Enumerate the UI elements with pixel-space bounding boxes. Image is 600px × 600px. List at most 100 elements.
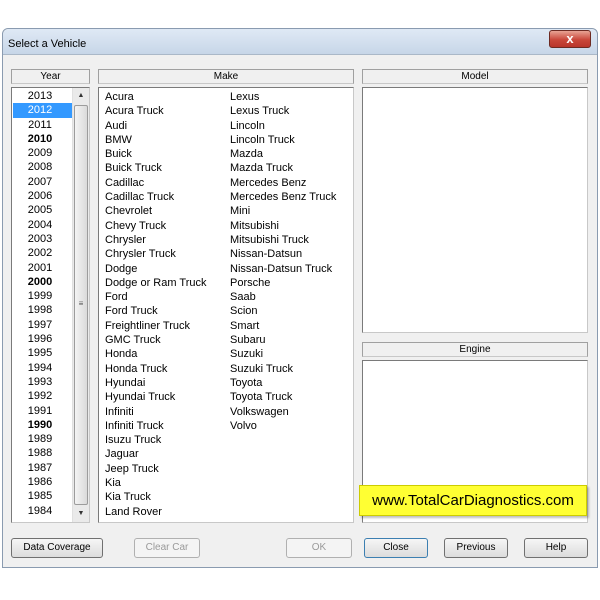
make-item[interactable]: Mazda bbox=[230, 147, 336, 161]
make-item[interactable]: Ford Truck bbox=[105, 304, 206, 318]
make-item[interactable]: Hyundai Truck bbox=[105, 390, 206, 404]
year-item[interactable]: 1994 bbox=[13, 361, 73, 375]
year-item[interactable]: 2010 bbox=[13, 132, 73, 146]
make-item[interactable]: Volvo bbox=[230, 419, 336, 433]
make-item[interactable]: Mercedes Benz Truck bbox=[230, 190, 336, 204]
make-item[interactable]: Chevrolet bbox=[105, 204, 206, 218]
clear-car-button[interactable]: Clear Car bbox=[134, 538, 200, 558]
make-item[interactable]: Toyota Truck bbox=[230, 390, 336, 404]
make-item[interactable]: Acura bbox=[105, 90, 206, 104]
make-item[interactable]: Mercedes Benz bbox=[230, 176, 336, 190]
year-item[interactable]: 2006 bbox=[13, 189, 73, 203]
make-item[interactable]: Smart bbox=[230, 319, 336, 333]
make-item[interactable]: Dodge bbox=[105, 262, 206, 276]
make-item[interactable]: Porsche bbox=[230, 276, 336, 290]
year-listbox[interactable]: 2013 2012 2011 2010 2009 2008 2007 2006 2005 2004… bbox=[11, 87, 90, 523]
year-item[interactable]: 1995 bbox=[13, 346, 73, 360]
year-item[interactable]: 2007 bbox=[13, 175, 73, 189]
make-item[interactable]: Freightliner Truck bbox=[105, 319, 206, 333]
year-item[interactable]: 1989 bbox=[13, 432, 73, 446]
year-item[interactable]: 2012 bbox=[13, 103, 73, 118]
make-item[interactable]: Lincoln Truck bbox=[230, 133, 336, 147]
year-item[interactable]: 2001 bbox=[13, 261, 73, 275]
make-item[interactable]: BMW bbox=[105, 133, 206, 147]
scroll-thumb[interactable]: ≡ bbox=[74, 105, 88, 505]
make-item[interactable]: Chrysler bbox=[105, 233, 206, 247]
make-item[interactable]: Dodge or Ram Truck bbox=[105, 276, 206, 290]
title-bar[interactable]: Select a Vehicle x bbox=[3, 29, 597, 55]
make-item[interactable]: Mazda Truck bbox=[230, 161, 336, 175]
make-item[interactable]: GMC Truck bbox=[105, 333, 206, 347]
make-item[interactable]: Infiniti bbox=[105, 405, 206, 419]
make-item[interactable]: Ford bbox=[105, 290, 206, 304]
make-item[interactable]: Buick Truck bbox=[105, 161, 206, 175]
data-coverage-button[interactable]: Data Coverage bbox=[11, 538, 103, 558]
make-item[interactable]: Volkswagen bbox=[230, 405, 336, 419]
year-item[interactable]: 2009 bbox=[13, 146, 73, 160]
help-button[interactable]: Help bbox=[524, 538, 588, 558]
year-item[interactable]: 1996 bbox=[13, 332, 73, 346]
year-item[interactable]: 1993 bbox=[13, 375, 73, 389]
year-item[interactable]: 2000 bbox=[13, 275, 73, 289]
make-item[interactable]: Mitsubishi Truck bbox=[230, 233, 336, 247]
make-item[interactable]: Mitsubishi bbox=[230, 219, 336, 233]
make-item[interactable]: Buick bbox=[105, 147, 206, 161]
make-item[interactable]: Kia bbox=[105, 476, 206, 490]
year-item[interactable]: 1986 bbox=[13, 475, 73, 489]
year-item[interactable]: 1999 bbox=[13, 289, 73, 303]
make-item[interactable]: Infiniti Truck bbox=[105, 419, 206, 433]
make-item[interactable]: Toyota bbox=[230, 376, 336, 390]
year-item[interactable]: 2013 bbox=[13, 89, 73, 103]
make-item[interactable]: Hyundai bbox=[105, 376, 206, 390]
year-list: 2013 2012 2011 2010 2009 2008 2007 2006 2005 2004… bbox=[13, 89, 73, 518]
ok-button[interactable]: OK bbox=[286, 538, 352, 558]
make-listbox[interactable]: Acura Acura Truck Audi BMW Buick Buick Truck C… bbox=[98, 87, 354, 523]
make-item[interactable]: Honda bbox=[105, 347, 206, 361]
year-item[interactable]: 2005 bbox=[13, 203, 73, 217]
year-item[interactable]: 1992 bbox=[13, 389, 73, 403]
make-item[interactable]: Kia Truck bbox=[105, 490, 206, 504]
make-item[interactable]: Cadillac bbox=[105, 176, 206, 190]
make-item[interactable]: Nissan-Datsun Truck bbox=[230, 262, 336, 276]
make-item[interactable]: Jeep Truck bbox=[105, 462, 206, 476]
year-item[interactable]: 2003 bbox=[13, 232, 73, 246]
make-item[interactable]: Audi bbox=[105, 119, 206, 133]
make-item[interactable]: Mini bbox=[230, 204, 336, 218]
year-item[interactable]: 2002 bbox=[13, 246, 73, 260]
make-item[interactable]: Saab bbox=[230, 290, 336, 304]
year-item[interactable]: 1987 bbox=[13, 461, 73, 475]
year-item[interactable]: 1984 bbox=[13, 504, 73, 518]
make-item[interactable]: Subaru bbox=[230, 333, 336, 347]
year-item[interactable]: 1998 bbox=[13, 303, 73, 317]
previous-button[interactable]: Previous bbox=[444, 538, 508, 558]
make-item[interactable]: Nissan-Datsun bbox=[230, 247, 336, 261]
year-item[interactable]: 1988 bbox=[13, 446, 73, 460]
window-close-button[interactable]: x bbox=[549, 30, 591, 48]
model-listbox[interactable] bbox=[362, 87, 588, 333]
year-scrollbar[interactable]: ▲ ≡ ▼ bbox=[72, 88, 89, 522]
make-item[interactable]: Acura Truck bbox=[105, 104, 206, 118]
make-item[interactable]: Jaguar bbox=[105, 447, 206, 461]
make-item[interactable]: Chevy Truck bbox=[105, 219, 206, 233]
make-item[interactable]: Isuzu Truck bbox=[105, 433, 206, 447]
make-item[interactable]: Lexus bbox=[230, 90, 336, 104]
scroll-down-icon[interactable]: ▼ bbox=[73, 506, 89, 522]
make-item[interactable]: Land Rover bbox=[105, 505, 206, 519]
make-item[interactable]: Cadillac Truck bbox=[105, 190, 206, 204]
year-item[interactable]: 2004 bbox=[13, 218, 73, 232]
make-item[interactable]: Lincoln bbox=[230, 119, 336, 133]
year-item[interactable]: 1997 bbox=[13, 318, 73, 332]
year-item[interactable]: 2011 bbox=[13, 118, 73, 132]
year-item[interactable]: 2008 bbox=[13, 160, 73, 174]
year-item[interactable]: 1990 bbox=[13, 418, 73, 432]
close-button[interactable]: Close bbox=[364, 538, 428, 558]
scroll-up-icon[interactable]: ▲ bbox=[73, 88, 89, 104]
make-item[interactable]: Lexus Truck bbox=[230, 104, 336, 118]
make-item[interactable]: Suzuki bbox=[230, 347, 336, 361]
make-item[interactable]: Suzuki Truck bbox=[230, 362, 336, 376]
make-item[interactable]: Honda Truck bbox=[105, 362, 206, 376]
year-item[interactable]: 1991 bbox=[13, 404, 73, 418]
make-item[interactable]: Chrysler Truck bbox=[105, 247, 206, 261]
make-item[interactable]: Scion bbox=[230, 304, 336, 318]
year-item[interactable]: 1985 bbox=[13, 489, 73, 503]
